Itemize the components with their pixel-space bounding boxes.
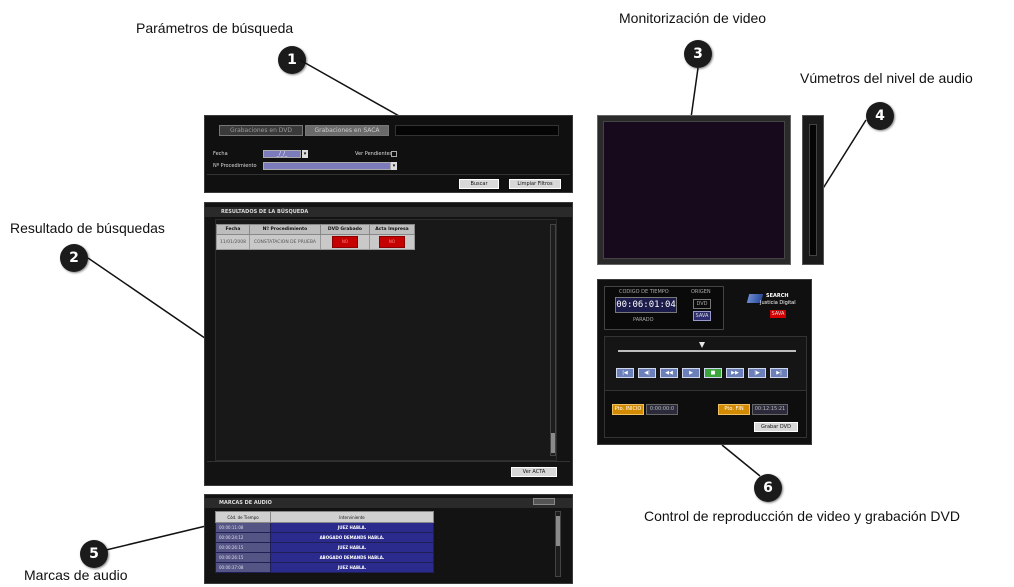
grabar-dvd-button[interactable]: Grabar DVD xyxy=(754,422,798,432)
audio-marks-title: MARCAS DE AUDIO xyxy=(219,500,272,506)
procedimiento-input[interactable] xyxy=(263,162,391,170)
mark-speaker: JUEZ HABLA. xyxy=(270,542,434,553)
mark-time: 00:00:26:15 xyxy=(215,542,271,553)
pendientes-label: Ver Pendientes xyxy=(355,151,393,157)
fecha-dropdown-icon[interactable]: ▾ xyxy=(302,150,308,158)
tab-dvd[interactable]: Grabaciones en DVD xyxy=(219,125,303,136)
mark-speaker: JUEZ HABLA. xyxy=(270,522,434,533)
timecode-label: CODIGO DE TIEMPO xyxy=(619,289,669,295)
results-scrollbar[interactable] xyxy=(550,224,556,456)
results-table: Fecha Nº Procedimiento DVD Grabado Acta … xyxy=(216,224,415,250)
origen-saca-button[interactable]: SAVA xyxy=(693,311,711,321)
mark-time: 00:00:37:08 xyxy=(215,562,271,573)
column-header-dvd[interactable]: DVD Grabado xyxy=(319,224,370,235)
timeline-track[interactable] xyxy=(618,350,796,352)
table-row[interactable]: 00:00:37:08 JUEZ HABLA. xyxy=(215,562,434,573)
column-header-acta[interactable]: Acta Impresa xyxy=(368,224,415,235)
origen-label: ORIGEN xyxy=(691,289,711,295)
play-button[interactable]: ▶ xyxy=(682,368,700,378)
stop-button[interactable]: ■ xyxy=(704,368,722,378)
table-row[interactable]: 00:00:11:08 JUEZ HABLA. xyxy=(215,522,434,533)
audio-marks-corner-button[interactable] xyxy=(533,498,555,505)
table-row[interactable]: 00:00:24:12 ABOGADO DEMANDS HABLA. xyxy=(215,532,434,543)
tab-saca[interactable]: Grabaciones en SACA xyxy=(305,125,389,136)
table-row[interactable]: 11/01/2008 CONSTATACION DE PRUEBA NO NO xyxy=(216,234,415,250)
rewind-button[interactable]: ◀◀ xyxy=(660,368,678,378)
fecha-label: Fecha xyxy=(213,151,228,157)
pto-inicio-button[interactable]: Pto. INICIO xyxy=(612,404,644,415)
results-footer xyxy=(207,461,570,462)
column-header-tiempo[interactable]: Cód. de Tiempo xyxy=(215,511,271,523)
audio-vu-meter xyxy=(802,115,824,265)
cell-dvd: NO xyxy=(319,234,370,250)
results-table-area: Fecha Nº Procedimiento DVD Grabado Acta … xyxy=(215,219,557,461)
results-title: RESULTADOS DE LA BÚSQUEDA xyxy=(221,209,309,215)
brand-subtitle: Justicia Digital xyxy=(760,300,796,306)
pendientes-checkbox[interactable] xyxy=(391,151,397,157)
go-end-button[interactable]: ▶| xyxy=(770,368,788,378)
audio-marks-table: Cód. de Tiempo Interviniente 00:00:11:08… xyxy=(215,511,434,573)
cell-procedimiento: CONSTATACION DE PRUEBA xyxy=(248,234,321,250)
cell-fecha: 11/01/2008 xyxy=(216,234,250,250)
origen-dvd-button[interactable]: DVD xyxy=(693,299,711,309)
audio-marks-scroll-thumb[interactable] xyxy=(556,516,560,546)
mark-speaker: ABOGADO DEMANDS HABLA. xyxy=(270,552,434,563)
timecode-box: CODIGO DE TIEMPO 00:06:01:04 PARADO ORIG… xyxy=(604,286,724,330)
go-start-button[interactable]: |◀ xyxy=(616,368,634,378)
fast-forward-button[interactable]: ▶▶ xyxy=(726,368,744,378)
mark-speaker: ABOGADO DEMANDS HABLA. xyxy=(270,532,434,543)
mark-time: 00:00:11:08 xyxy=(215,522,271,533)
fecha-input[interactable]: _/_/_ xyxy=(263,150,301,158)
column-header-interviniente[interactable]: Interviniente xyxy=(270,511,434,523)
buscar-button[interactable]: Buscar xyxy=(459,179,499,189)
column-header-procedimiento[interactable]: Nº Procedimiento xyxy=(248,224,321,235)
brand-badge: SAVA xyxy=(770,310,786,318)
dvd-status-badge: NO xyxy=(331,236,358,248)
prev-frame-button[interactable]: ◀| xyxy=(638,368,656,378)
timecode-display: 00:06:01:04 xyxy=(615,297,677,313)
video-screen xyxy=(603,121,785,259)
vu-meter-channel xyxy=(809,124,817,256)
mark-time: 00:00:26:15 xyxy=(215,552,271,563)
mark-speaker: JUEZ HABLA. xyxy=(270,562,434,573)
table-row[interactable]: 00:00:26:15 JUEZ HABLA. xyxy=(215,542,434,553)
brand-name: SEARCH xyxy=(766,293,789,299)
ver-acta-button[interactable]: Ver ACTA xyxy=(511,467,557,477)
table-row[interactable]: 00:00:26:15 ABOGADO DEMANDS HABLA. xyxy=(215,552,434,563)
search-panel: Grabaciones en DVD Grabaciones en SACA F… xyxy=(204,115,573,193)
procedimiento-label: Nº Procedimiento xyxy=(213,163,257,169)
procedimiento-dropdown-icon[interactable]: ▾ xyxy=(391,162,397,170)
status-label: PARADO xyxy=(633,317,654,323)
cell-acta: NO xyxy=(368,234,415,250)
column-header-fecha[interactable]: Fecha xyxy=(216,224,250,235)
pto-inicio-value: 0:00:00:0 xyxy=(646,404,678,415)
timeline-playhead[interactable] xyxy=(699,342,705,348)
acta-status-badge: NO xyxy=(378,236,405,248)
search-tab-strip xyxy=(395,125,559,136)
limpiar-filtros-button[interactable]: Limpiar Filtros xyxy=(509,179,561,189)
results-scroll-thumb[interactable] xyxy=(551,433,555,453)
pto-fin-button[interactable]: Pto. FIN xyxy=(718,404,750,415)
audio-marks-panel: MARCAS DE AUDIO Cód. de Tiempo Intervini… xyxy=(204,494,573,584)
search-divider xyxy=(207,174,570,175)
mark-time: 00:00:24:12 xyxy=(215,532,271,543)
results-panel: RESULTADOS DE LA BÚSQUEDA Fecha Nº Proce… xyxy=(204,202,573,486)
audio-marks-scrollbar[interactable] xyxy=(555,511,561,577)
player-panel: CODIGO DE TIEMPO 00:06:01:04 PARADO ORIG… xyxy=(597,279,812,445)
video-monitor xyxy=(597,115,791,265)
next-frame-button[interactable]: |▶ xyxy=(748,368,766,378)
pto-fin-value: 00:12:15:21 xyxy=(752,404,788,415)
